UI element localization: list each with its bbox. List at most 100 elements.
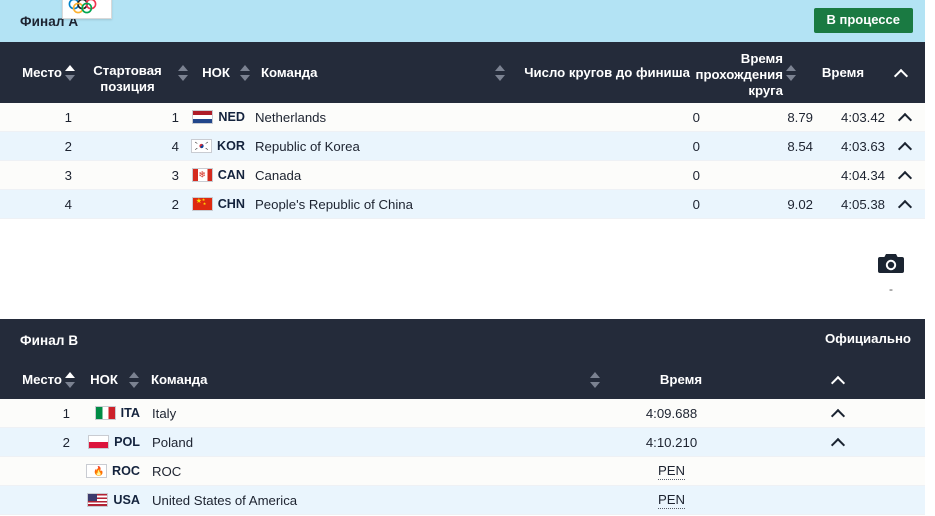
camera-icon[interactable]	[877, 252, 905, 275]
cell-team: Italy	[152, 405, 177, 421]
sort-arrows-place[interactable]	[62, 62, 79, 84]
column-header-place-b[interactable]: Место	[0, 372, 62, 388]
flag-canada-icon: ❄	[191, 168, 213, 182]
table-row[interactable]: 1 ITA Italy 4:09.688	[0, 399, 925, 428]
photo-finish-control[interactable]: -	[871, 252, 911, 295]
sort-toggle-place[interactable]	[62, 62, 80, 84]
collapse-all-toggle-b[interactable]	[753, 373, 923, 387]
sort-toggle-noc[interactable]	[237, 62, 257, 84]
cell-team: People's Republic of China	[255, 196, 413, 212]
cell-team: United States of America	[152, 492, 298, 508]
column-header-time-b[interactable]: Время	[609, 372, 753, 388]
table-row[interactable]: 🔥 ROC ROC PEN	[0, 457, 925, 486]
cell-start-position: 2	[171, 196, 179, 212]
cell-lap-time: 8.79	[787, 109, 813, 125]
sort-toggle-lap-time[interactable]	[783, 62, 805, 84]
row-expand-toggle[interactable]	[885, 103, 925, 131]
chevron-up-icon	[898, 110, 912, 124]
cell-time: 4:09.688	[645, 405, 698, 421]
cell-laps-to-finish: 0	[692, 109, 700, 125]
sort-toggle-start-position[interactable]	[175, 62, 195, 84]
flag-south-korea-icon	[191, 139, 212, 153]
row-expand-toggle[interactable]	[885, 161, 925, 189]
column-header-lap-time[interactable]: Время прохождения круга	[690, 47, 783, 99]
cell-team: Canada	[255, 167, 302, 183]
row-expand-placeholder	[751, 486, 925, 514]
column-header-time[interactable]: Время	[805, 65, 881, 81]
cell-place	[0, 486, 78, 514]
sort-arrows-start-position[interactable]	[175, 62, 192, 84]
sort-arrows-lap-time[interactable]	[783, 62, 800, 84]
table-row[interactable]: 2 4 KOR Republic of Korea 0 8.54 4:03.63	[0, 132, 925, 161]
sort-toggle-noc-b[interactable]	[126, 369, 147, 391]
final-b-title: Финал B	[20, 332, 79, 348]
final-b-table-block: Финал B Официально Место НОК Команда Вре…	[0, 319, 925, 515]
cell-noc: ❄ CAN	[187, 161, 249, 189]
final-b-header-row: Место НОК Команда Время	[0, 361, 925, 399]
cell-noc: POL	[78, 428, 144, 456]
collapse-all-toggle-a[interactable]	[881, 66, 921, 80]
chevron-up-icon	[898, 168, 912, 182]
row-expand-toggle[interactable]	[885, 190, 925, 218]
flag-china-icon: ★ ★ ★	[191, 197, 213, 211]
cell-time: 4:04.34	[841, 167, 885, 183]
chevron-up-icon	[831, 435, 845, 449]
cell-place	[0, 457, 78, 485]
sort-toggle-team-b[interactable]	[587, 369, 609, 391]
cell-lap-time	[700, 161, 813, 189]
cell-time: 4:03.63	[841, 138, 885, 154]
flag-roc-icon: 🔥	[86, 464, 107, 478]
section-spacer	[0, 219, 935, 319]
cell-noc: KOR	[187, 132, 249, 160]
table-row[interactable]: 1 1 NED Netherlands 0 8.79 4:03.42	[0, 103, 925, 132]
row-expand-toggle[interactable]	[885, 132, 925, 160]
column-header-noc[interactable]: НОК	[195, 65, 237, 81]
cell-place: 2	[62, 434, 70, 450]
sort-arrows-team[interactable]	[492, 62, 509, 84]
table-row[interactable]: 4 2 ★ ★ ★ CHN People's Republic of China…	[0, 190, 925, 219]
cell-place: 1	[62, 405, 70, 421]
column-header-start-position[interactable]: Стартовая позиция	[80, 51, 175, 95]
table-row[interactable]: 2 POL Poland 4:10.210	[0, 428, 925, 457]
cell-lap-time: 8.54	[787, 138, 813, 154]
cell-team: Poland	[152, 434, 194, 450]
cell-place: 3	[64, 167, 72, 183]
cell-time: 4:05.38	[841, 196, 885, 212]
cell-laps-to-finish: 0	[692, 167, 700, 183]
penalty-abbr[interactable]: PEN	[657, 492, 686, 509]
cell-place: 2	[64, 138, 72, 154]
penalty-abbr[interactable]: PEN	[657, 463, 686, 480]
column-header-noc-b[interactable]: НОК	[82, 372, 126, 388]
olympic-rings-icon	[62, 0, 112, 19]
cell-noc: 🔥 ROC	[78, 457, 144, 485]
column-header-place[interactable]: Место	[0, 65, 62, 81]
chevron-up-icon	[898, 197, 912, 211]
sort-arrows-noc-b[interactable]	[126, 369, 143, 391]
sort-arrows-noc[interactable]	[237, 62, 254, 84]
sort-toggle-place-b[interactable]	[62, 369, 82, 391]
cell-time: PEN	[592, 486, 751, 514]
column-header-laps-to-finish[interactable]: Число кругов до финиша	[512, 65, 690, 81]
flag-netherlands-icon	[192, 110, 214, 124]
cell-noc: ★ ★ ★ CHN	[187, 190, 249, 218]
sort-toggle-team[interactable]	[492, 62, 512, 84]
cell-time: 4:03.42	[841, 109, 885, 125]
column-header-team-b[interactable]: Команда	[147, 372, 587, 388]
table-row[interactable]: USA United States of America PEN	[0, 486, 925, 515]
cell-laps-to-finish: 0	[692, 196, 700, 212]
cell-team: Republic of Korea	[255, 138, 360, 154]
final-a-banner: Финал A В процессе	[0, 0, 925, 42]
sort-arrows-team-b[interactable]	[587, 369, 604, 391]
cell-time: PEN	[592, 457, 751, 485]
column-header-team[interactable]: Команда	[257, 65, 492, 81]
cell-place: 4	[64, 196, 72, 212]
chevron-up-icon	[898, 139, 912, 153]
chevron-up-icon	[831, 373, 845, 387]
sort-arrows-place-b[interactable]	[62, 369, 79, 391]
row-expand-toggle[interactable]	[751, 428, 925, 456]
cell-team: ROC	[152, 463, 182, 479]
cell-start-position: 3	[171, 167, 179, 183]
row-expand-toggle[interactable]	[751, 399, 925, 427]
table-row[interactable]: 3 3 ❄ CAN Canada 0 4:04.34	[0, 161, 925, 190]
chevron-up-icon	[894, 66, 908, 80]
